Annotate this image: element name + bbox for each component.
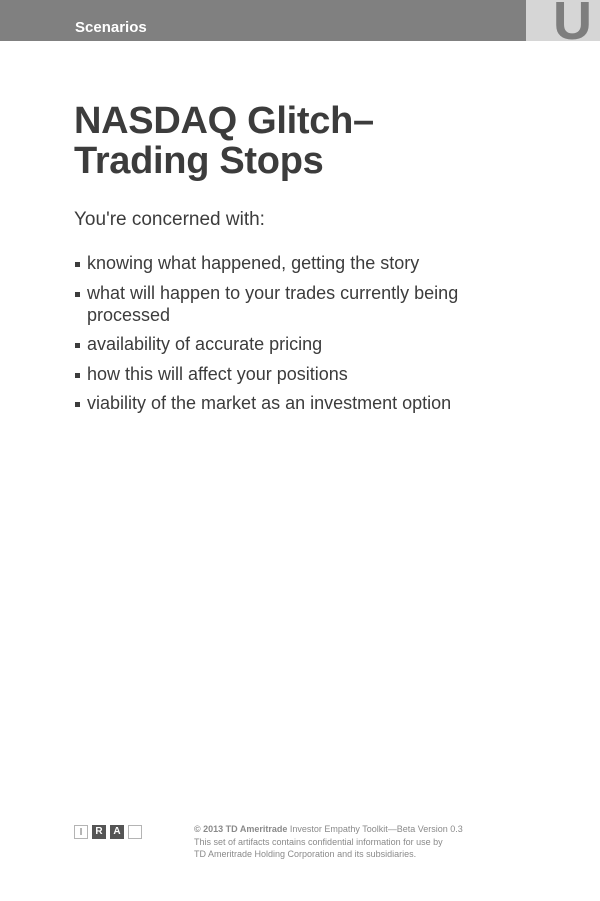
page-title-line-2: Trading Stops xyxy=(74,140,324,182)
section-tab: U xyxy=(526,0,600,41)
copyright-brand: © 2013 TD Ameritrade xyxy=(194,824,288,834)
bullet-icon xyxy=(75,343,80,348)
page-title: NASDAQ Glitch– Trading Stops xyxy=(74,101,514,181)
list-item: how this will affect your positions xyxy=(74,363,494,385)
list-item-text: knowing what happened, getting the story xyxy=(87,253,420,273)
ira-logo: I R A xyxy=(74,825,146,839)
section-tab-letter: U xyxy=(553,0,592,41)
intro-text: You're concerned with: xyxy=(74,209,265,230)
copyright-line: © 2013 TD Ameritrade Investor Empathy To… xyxy=(194,823,494,836)
logo-letter-a: A xyxy=(110,825,124,839)
logo-letter-r: R xyxy=(92,825,106,839)
list-item: knowing what happened, getting the story xyxy=(74,252,494,274)
concerns-list: knowing what happened, getting the story… xyxy=(74,252,494,422)
list-item-text: viability of the market as an investment… xyxy=(87,393,452,413)
list-item: viability of the market as an investment… xyxy=(74,392,494,414)
logo-letter-i: I xyxy=(74,825,88,839)
list-item: availability of accurate pricing xyxy=(74,333,494,355)
list-item-text: availability of accurate pricing xyxy=(87,334,323,354)
footer-notice: © 2013 TD Ameritrade Investor Empathy To… xyxy=(194,823,494,861)
bullet-icon xyxy=(75,372,80,378)
bullet-icon xyxy=(75,402,80,407)
header-bar: Scenarios xyxy=(0,0,600,41)
confidential-line-1: This set of artifacts contains confident… xyxy=(194,836,443,847)
page-title-line-1: NASDAQ Glitch– xyxy=(74,100,374,142)
section-label: Scenarios xyxy=(75,19,147,36)
bullet-icon xyxy=(75,262,80,267)
bullet-icon xyxy=(75,291,80,297)
list-item-text: how this will affect your positions xyxy=(87,363,348,384)
confidential-line-2: TD Ameritrade Holding Corporation and it… xyxy=(194,849,417,859)
logo-blank-cell xyxy=(128,825,142,839)
list-item-text: what will happen to your trades currentl… xyxy=(87,282,459,325)
copyright-version: Investor Empathy Toolkit—Beta Version 0.… xyxy=(287,824,463,834)
list-item: what will happen to your trades currentl… xyxy=(74,282,494,326)
